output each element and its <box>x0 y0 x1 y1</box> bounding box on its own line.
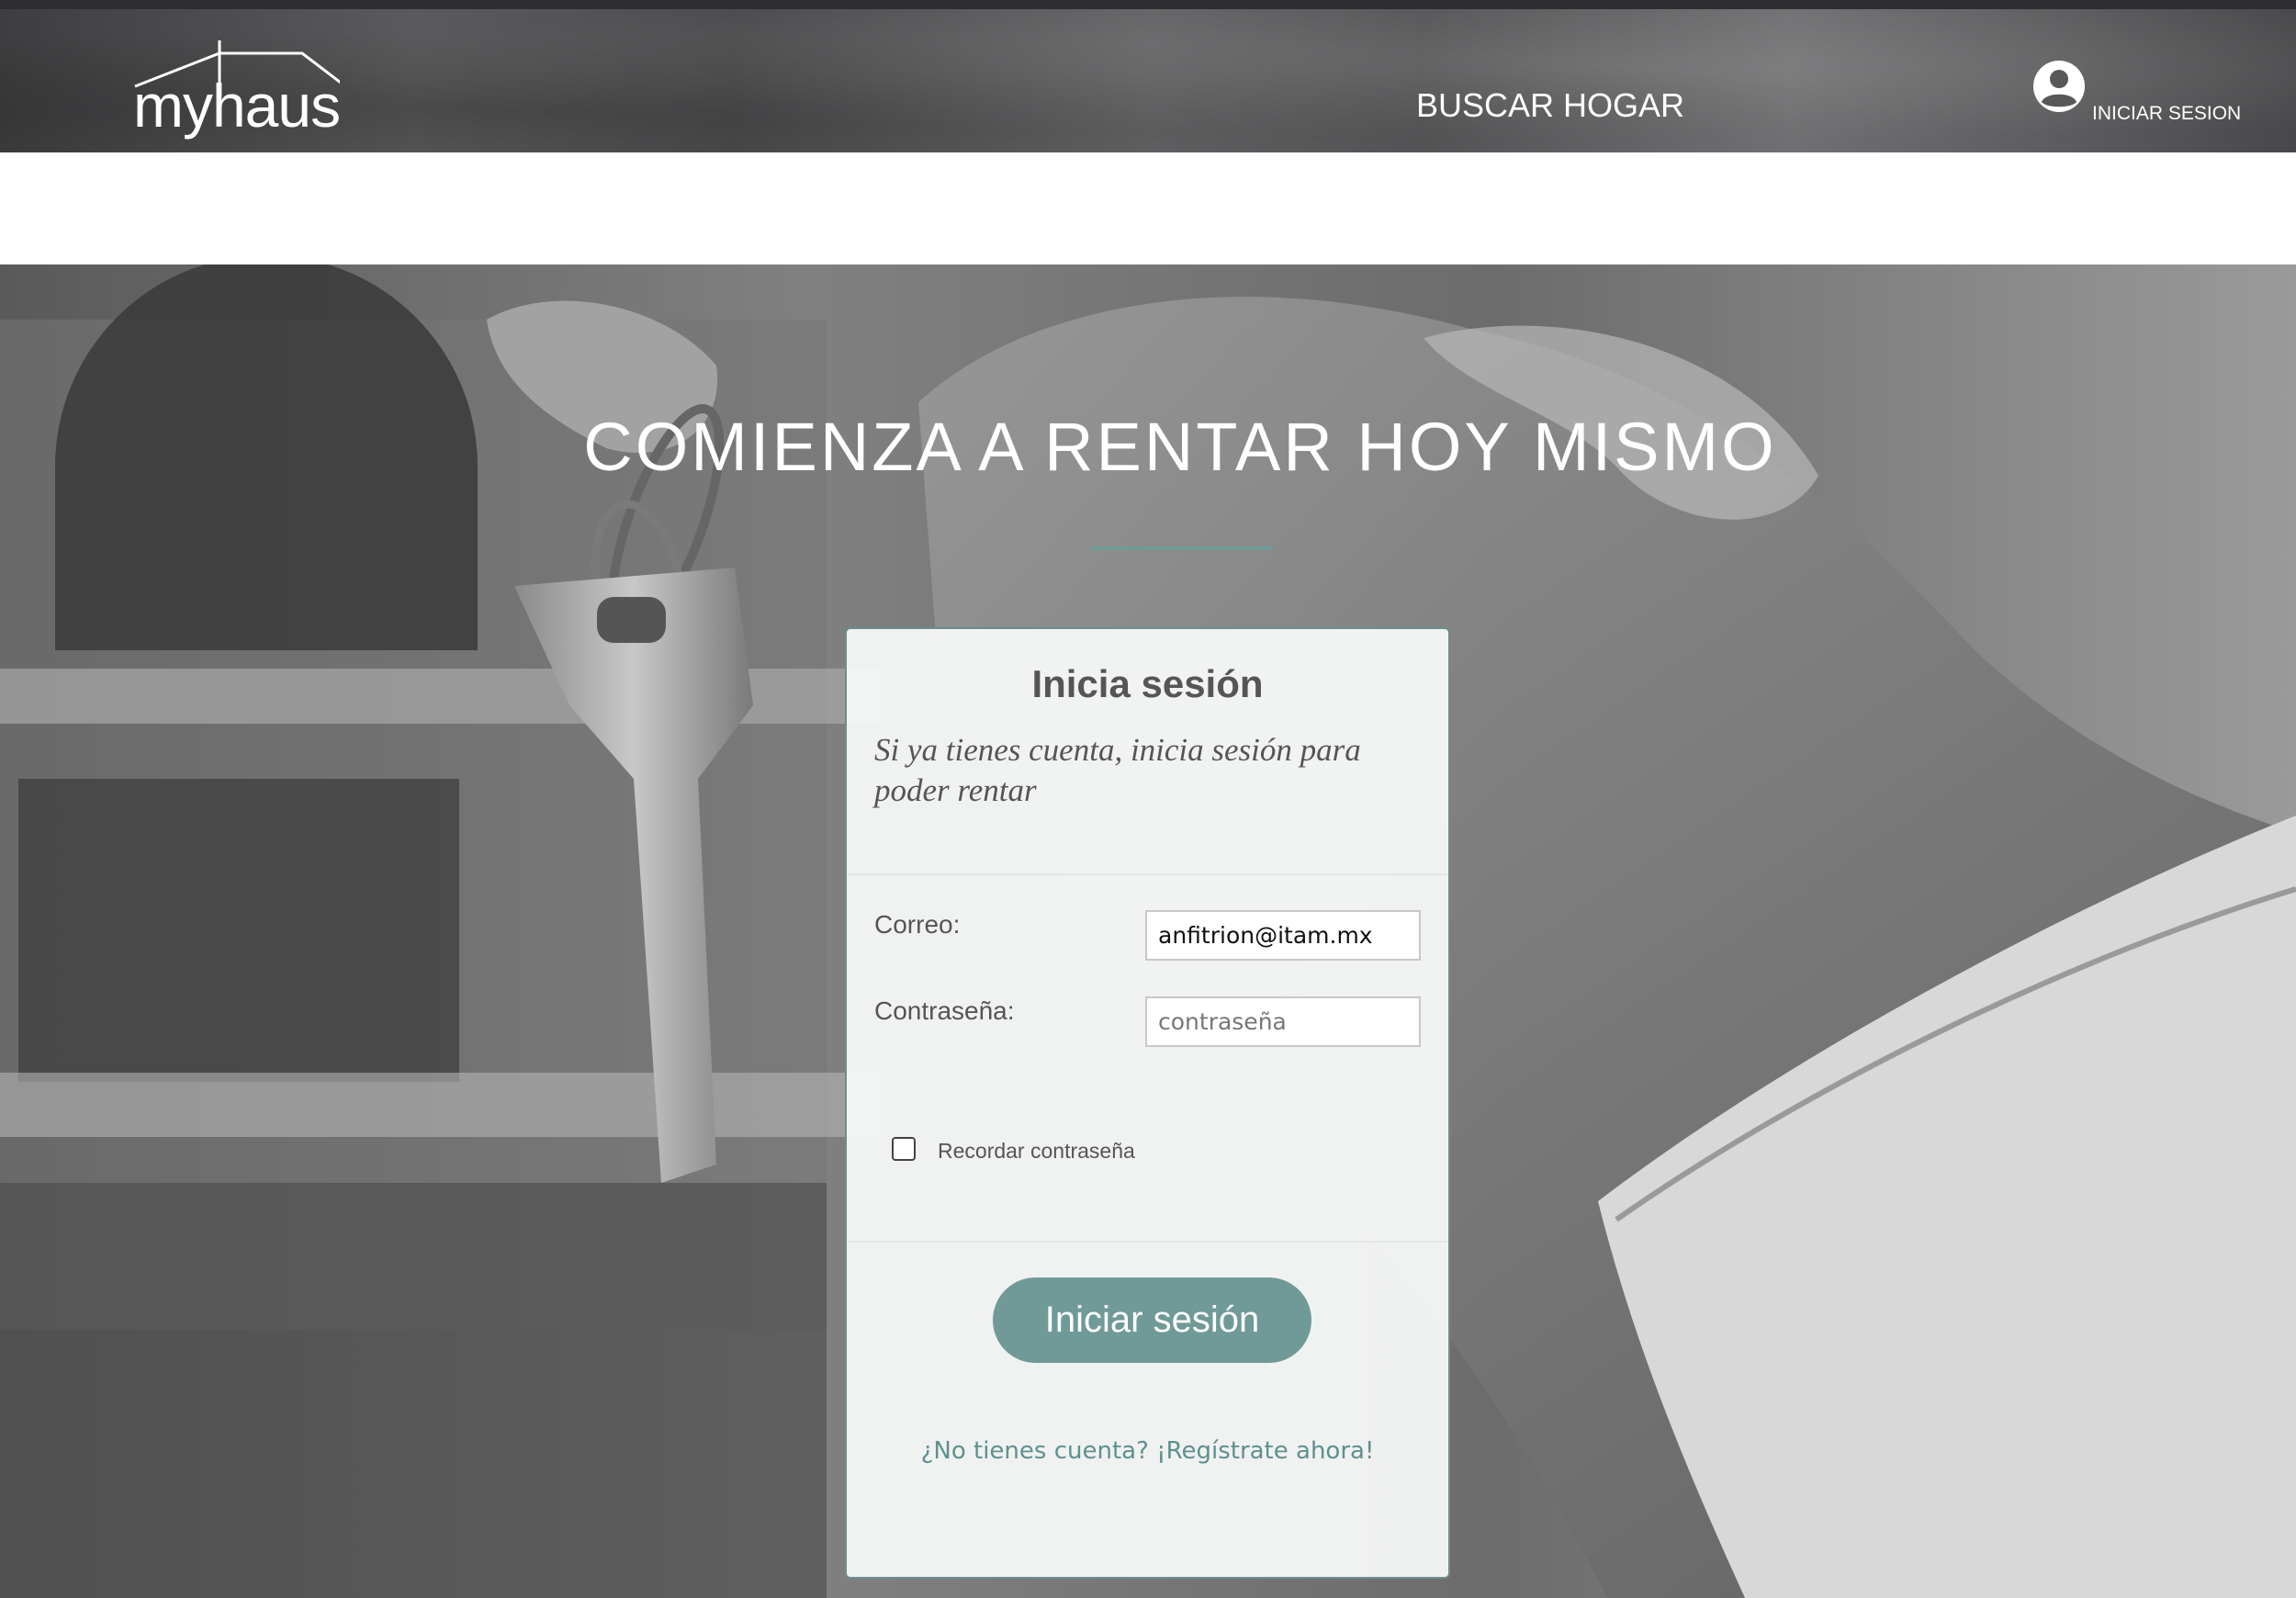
myhaus-logo[interactable]: myhaus <box>133 40 341 141</box>
login-card: Inicia sesión Si ya tienes cuenta, inici… <box>845 627 1450 1579</box>
hero-title: COMIENZA A RENTAR HOY MISMO <box>583 409 1777 485</box>
hero-section: COMIENZA A RENTAR HOY MISMO Inicia sesió… <box>0 264 2296 1598</box>
login-subtitle: Si ya tienes cuenta, inicia sesión para … <box>874 732 1361 808</box>
logo-text: myhaus <box>133 72 341 140</box>
window-top-strip <box>0 0 2296 9</box>
divider <box>847 873 1448 875</box>
nav-iniciar-sesion[interactable]: INICIAR SESION <box>2092 103 2241 125</box>
login-submit-button[interactable]: Iniciar sesión <box>993 1277 1311 1363</box>
password-label: Contraseña: <box>874 996 1015 1025</box>
email-field[interactable] <box>1145 910 1421 961</box>
navbar: myhaus BUSCAR HOGAR INICIAR SESION <box>0 9 2296 152</box>
divider <box>847 1241 1448 1243</box>
remember-password-label[interactable]: Recordar contraseña <box>938 1139 1135 1164</box>
password-field[interactable] <box>1145 996 1421 1047</box>
hero-title-underline <box>1090 546 1272 550</box>
remember-password-checkbox[interactable] <box>892 1137 916 1161</box>
nav-buscar-hogar[interactable]: BUSCAR HOGAR <box>1416 86 1684 125</box>
email-label: Correo: <box>874 910 961 939</box>
login-title: Inicia sesión <box>1031 662 1264 705</box>
user-circle-icon[interactable] <box>2032 59 2087 114</box>
register-link[interactable]: ¿No tienes cuenta? ¡Regístrate ahora! <box>847 1437 1448 1465</box>
